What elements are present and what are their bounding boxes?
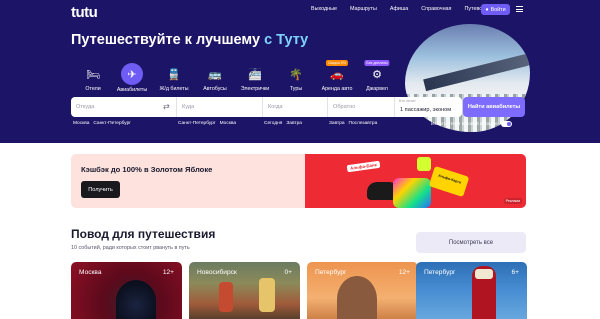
to-field[interactable]: Куда — [177, 97, 263, 117]
hamburger-icon[interactable] — [516, 6, 523, 12]
mode-hotels[interactable]: 🛏 Отели — [73, 64, 113, 93]
passengers-field[interactable]: Кто летит 1 пассажир, эконом — [395, 97, 462, 117]
promo-image: Альфа-Банк Альфа-Карта Реклама — [305, 154, 526, 208]
swap-arrows-icon[interactable]: ⇄ — [163, 102, 170, 111]
title-main: Путешествуйте к лучшему — [71, 32, 261, 48]
mode-car-rental[interactable]: Скидка 5% 🚗 Аренда авто — [317, 60, 357, 92]
age-rating: 6+ — [511, 269, 519, 276]
mode-flights[interactable]: ✈ Авиабилеты — [112, 63, 152, 93]
title-accent: с Туту — [264, 32, 309, 48]
event-city: Петербург — [315, 269, 347, 276]
events-title: Повод для путешествия — [71, 227, 216, 241]
nav-routes[interactable]: Маршруты — [350, 6, 377, 12]
mode-tours[interactable]: 🌴 Туры — [276, 64, 316, 93]
promo-title: Кэшбэк до 100% в Золотом Яблоке — [81, 165, 213, 174]
palm-icon: 🌴 — [289, 68, 303, 81]
from-field[interactable]: Откуда ⇄ — [71, 97, 177, 117]
quick-link[interactable]: Санкт-Петербург — [178, 121, 216, 126]
event-card[interactable]: Петербург 12+ — [307, 262, 418, 319]
quick-to: Санкт-Петербург Москва — [178, 121, 236, 126]
quick-when: Сегодня Завтра — [264, 121, 302, 126]
nav-weekends[interactable]: Выходные — [311, 6, 337, 12]
event-card[interactable]: Новосибирск 0+ — [189, 262, 300, 319]
event-city: Петербург — [424, 269, 456, 276]
hero-section: tutu Выходные Маршруты Афиша Справочная … — [0, 0, 600, 143]
user-icon: ● — [485, 6, 489, 13]
events-subtitle: 10 событий, ради которых стоит рвануть в… — [71, 245, 190, 251]
quick-link[interactable]: Сегодня — [264, 121, 282, 126]
quick-link[interactable]: Завтра — [329, 121, 345, 126]
promo-card-image: Альфа-Карта — [428, 165, 470, 198]
nav-afisha[interactable]: Афиша — [390, 6, 408, 12]
event-city: Новосибирск — [197, 269, 237, 276]
promo-banner[interactable]: Кэшбэк до 100% в Золотом Яблоке Получить… — [71, 154, 526, 208]
promo-card-text: Альфа-Карта — [437, 173, 462, 185]
ad-label[interactable]: Реклама — [503, 198, 522, 204]
mode-buses[interactable]: 🚌 Автобусы — [195, 64, 235, 93]
gear-icon: ⚙ — [372, 68, 382, 81]
new-tab-toggle-label: Искать отели в новой вкладке — [431, 121, 498, 127]
login-label: Войти — [490, 6, 506, 13]
event-card[interactable]: Москва 12+ — [71, 262, 182, 319]
discount-badge: Скидка 5% — [325, 60, 349, 66]
quick-from: Москва Санкт-Петербург — [73, 121, 131, 126]
search-flights-button[interactable]: Найти авиабилеты — [463, 97, 525, 117]
return-placeholder: Обратно — [333, 104, 356, 110]
passengers-value: 1 пассажир, эконом — [400, 107, 452, 113]
event-city: Москва — [79, 269, 102, 276]
bed-icon: 🛏 — [86, 68, 100, 81]
promo-sign: Альфа-Банк — [346, 160, 381, 173]
return-date-field[interactable]: Обратно — [328, 97, 395, 117]
promo-get-button[interactable]: Получить — [81, 181, 120, 198]
plane-icon: ✈ — [121, 63, 143, 85]
from-placeholder: Откуда — [76, 104, 95, 110]
train-icon: 🚆 — [167, 68, 181, 81]
mode-jarvel[interactable]: Без доплаты ⚙ Джарвел — [357, 60, 397, 92]
car-icon: 🚗 — [330, 68, 344, 81]
quick-link[interactable]: Санкт-Петербург — [93, 121, 131, 126]
age-rating: 12+ — [162, 269, 174, 276]
bus-icon: 🚌 — [208, 68, 222, 81]
mode-suburban[interactable]: 🚈 Электрички — [235, 64, 275, 93]
age-rating: 12+ — [398, 269, 410, 276]
date-placeholder: Когда — [268, 104, 283, 110]
mode-trains[interactable]: 🚆 Ж/д билеты — [154, 64, 194, 93]
to-placeholder: Куда — [182, 104, 195, 110]
quick-link[interactable]: Москва — [220, 121, 236, 126]
quick-link[interactable]: Москва — [73, 121, 89, 126]
new-tab-toggle-row: Искать отели в новой вкладке — [431, 121, 512, 127]
quick-return: Завтра Послезавтра — [329, 121, 377, 126]
no-fee-badge: Без доплаты — [364, 60, 390, 66]
flight-search-form: Откуда ⇄ Куда Когда Обратно Кто летит 1 … — [71, 97, 462, 117]
login-button[interactable]: ● Войти — [481, 4, 510, 15]
new-tab-toggle[interactable] — [500, 121, 512, 127]
see-all-button[interactable]: Посмотреть все — [416, 232, 526, 253]
tutu-logo[interactable]: tutu — [71, 4, 98, 21]
age-rating: 0+ — [284, 269, 292, 276]
suburban-train-icon: 🚈 — [248, 68, 262, 81]
nav-help[interactable]: Справочная — [421, 6, 451, 12]
date-field[interactable]: Когда — [263, 97, 328, 117]
quick-link[interactable]: Завтра — [286, 121, 302, 126]
event-card[interactable]: Петербург 6+ — [416, 262, 527, 319]
passengers-caption: Кто летит — [399, 99, 416, 103]
quick-link[interactable]: Послезавтра — [349, 121, 378, 126]
page-title: Путешествуйте к лучшему с Туту — [71, 32, 308, 48]
